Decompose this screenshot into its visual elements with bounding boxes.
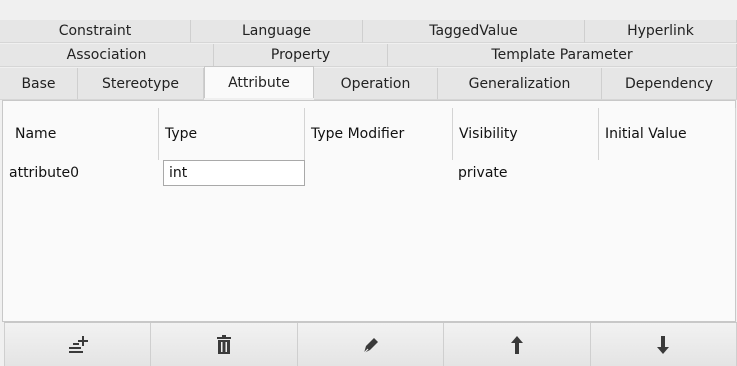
tab-row-1: Constraint Language TaggedValue Hyperlin…	[0, 20, 737, 43]
table-header: Name Type Type Modifier Visibility Initi…	[9, 108, 736, 160]
tab-operation[interactable]: Operation	[314, 68, 438, 100]
tab-language[interactable]: Language	[191, 20, 363, 43]
tab-row-3: Base Stereotype Attribute Operation Gene…	[0, 66, 737, 100]
tab-generalization[interactable]: Generalization	[438, 68, 602, 100]
tab-taggedvalue[interactable]: TaggedValue	[363, 20, 585, 43]
attribute-toolbar	[4, 322, 737, 366]
cell-type-editor[interactable]: int	[163, 160, 305, 186]
tab-dependency[interactable]: Dependency	[602, 68, 737, 100]
cell-type-modifier[interactable]	[305, 160, 453, 186]
tab-constraint[interactable]: Constraint	[0, 20, 191, 43]
tab-template-parameter[interactable]: Template Parameter	[388, 44, 737, 67]
tab-hyperlink[interactable]: Hyperlink	[585, 20, 737, 43]
cell-visibility[interactable]: private	[453, 160, 599, 186]
column-header-type-modifier[interactable]: Type Modifier	[305, 108, 453, 160]
cell-initial-value[interactable]	[599, 160, 736, 186]
attribute-panel: Name Type Type Modifier Visibility Initi…	[2, 100, 736, 322]
move-up-icon	[510, 335, 523, 354]
edit-icon	[363, 337, 378, 353]
tab-property[interactable]: Property	[214, 44, 388, 67]
cell-name[interactable]: attribute0	[9, 160, 159, 186]
edit-button[interactable]	[297, 323, 445, 366]
tab-association[interactable]: Association	[0, 44, 214, 67]
column-header-name[interactable]: Name	[9, 108, 159, 160]
tab-base[interactable]: Base	[0, 68, 78, 100]
column-header-initial-value[interactable]: Initial Value	[599, 108, 736, 160]
move-up-button[interactable]	[444, 323, 591, 366]
delete-button[interactable]	[151, 323, 298, 366]
add-attribute-icon	[68, 335, 88, 353]
table-row[interactable]: attribute0 int private	[9, 160, 736, 186]
attribute-table: Name Type Type Modifier Visibility Initi…	[9, 108, 736, 186]
tab-row-2: Association Property Template Parameter	[0, 44, 737, 67]
tab-stereotype[interactable]: Stereotype	[78, 68, 204, 100]
delete-icon	[217, 334, 232, 354]
column-header-type[interactable]: Type	[159, 108, 305, 160]
column-header-visibility[interactable]: Visibility	[453, 108, 599, 160]
add-attribute-button[interactable]	[4, 323, 152, 366]
move-down-button[interactable]	[590, 323, 737, 366]
tab-attribute[interactable]: Attribute	[204, 66, 314, 98]
move-down-icon	[657, 335, 670, 354]
